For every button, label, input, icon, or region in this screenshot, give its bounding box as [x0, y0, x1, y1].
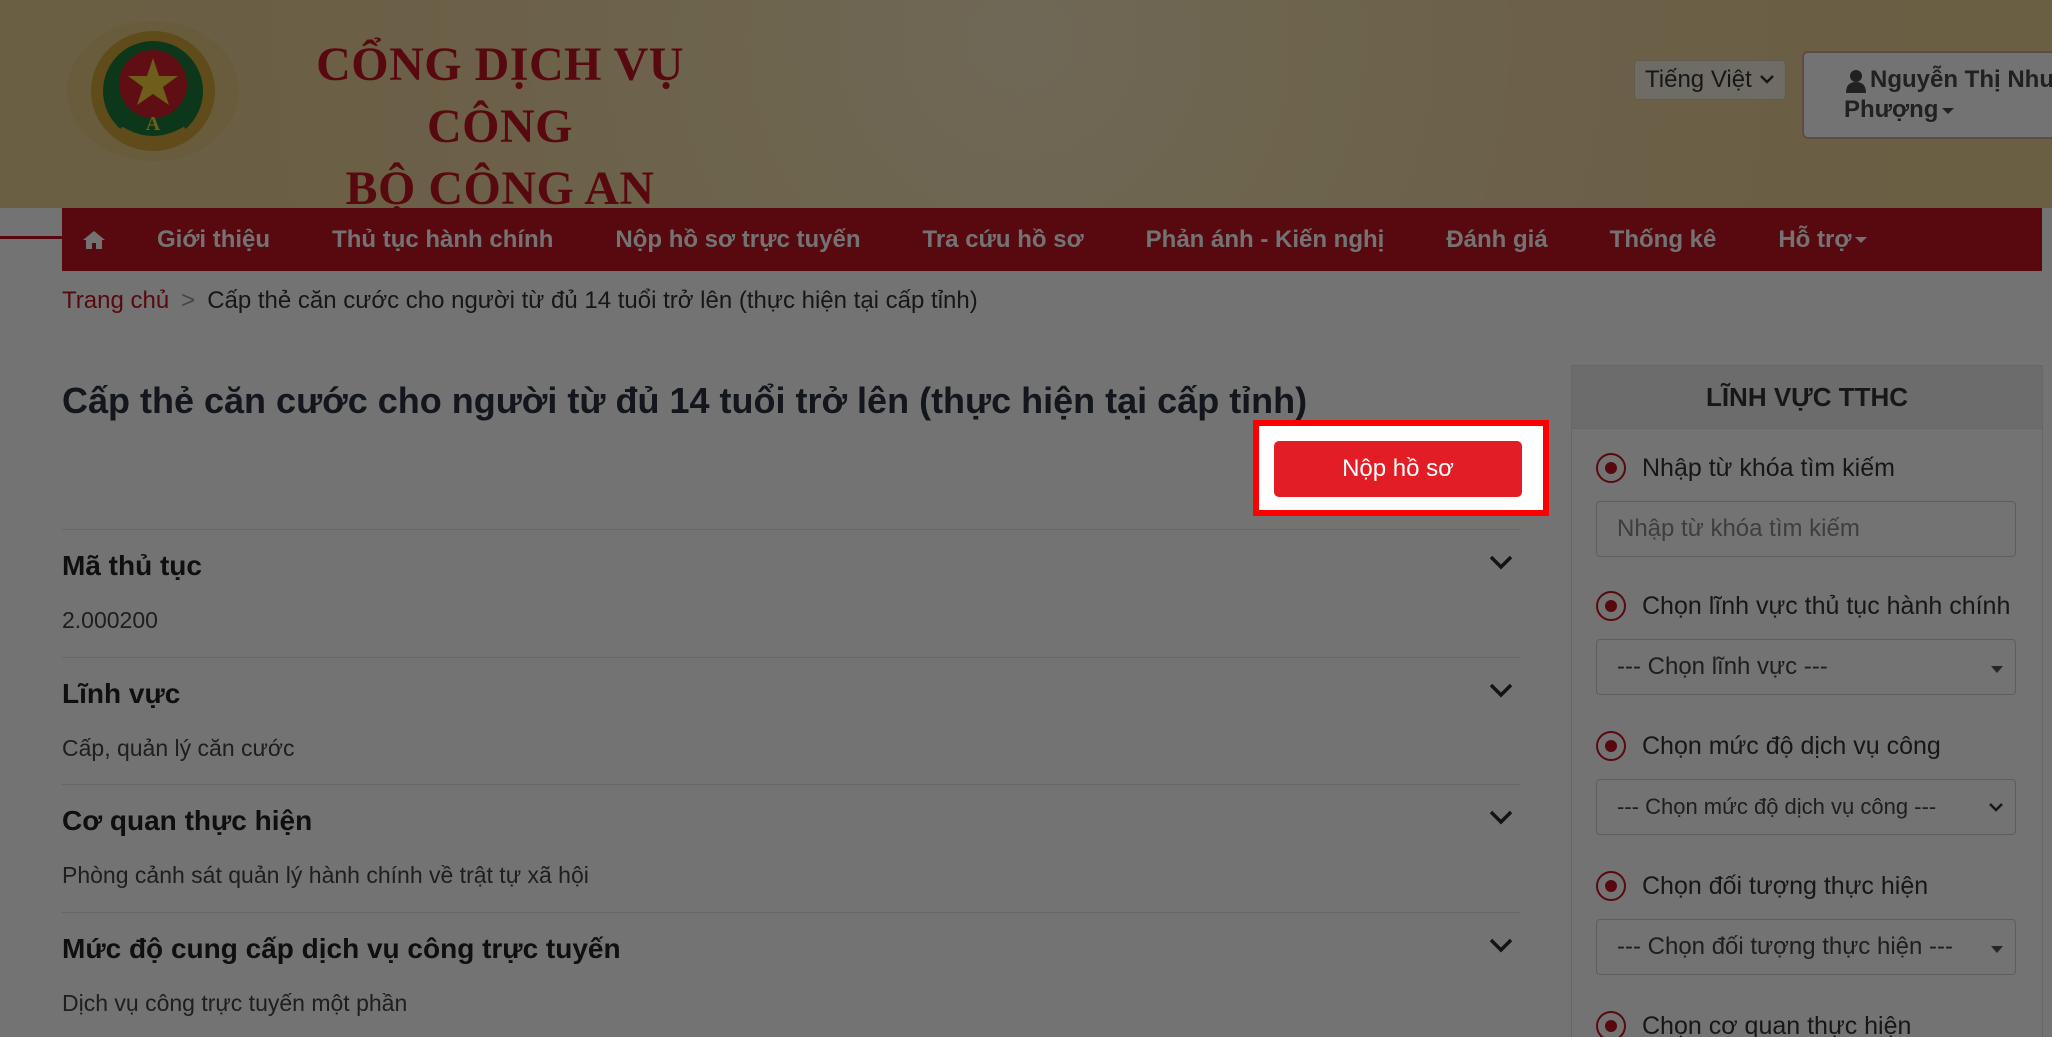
field-select[interactable]: --- Chọn lĩnh vực --- — [1596, 639, 2016, 695]
site-title[interactable]: CỔNG DỊCH VỤ CÔNG BỘ CÔNG AN — [275, 34, 725, 220]
breadcrumb: Trang chủ > Cấp thẻ căn cước cho người từ … — [62, 287, 978, 315]
chevron-down-icon[interactable] — [1488, 680, 1514, 700]
nav-item-ho-tro-label: Hỗ trợ — [1778, 225, 1852, 253]
keyword-label: Nhập từ khóa tìm kiếm — [1642, 453, 1895, 482]
filter-level: Chọn mức độ dịch vụ công --- Chọn mức độ… — [1596, 731, 2016, 835]
caret-down-icon — [1942, 107, 1955, 114]
sidebar-filter: LĨNH VỰC TTHC Nhập từ khóa tìm kiếm Nhập… — [1571, 365, 2043, 1037]
nav-item-danh-gia[interactable]: Đánh giá — [1415, 226, 1578, 254]
sidebar-heading: LĨNH VỰC TTHC — [1572, 366, 2042, 429]
language-select[interactable]: Tiếng Việt — [1634, 60, 1786, 100]
subject-label: Chọn đối tượng thực hiện — [1642, 871, 1929, 900]
police-emblem-logo[interactable]: A — [62, 18, 244, 164]
radio-subject[interactable] — [1596, 871, 1626, 901]
user-icon — [1846, 70, 1866, 93]
level-select[interactable]: --- Chọn mức độ dịch vụ công --- — [1596, 779, 2016, 835]
chevron-down-icon[interactable] — [1488, 935, 1514, 955]
section-ma-thu-tuc[interactable]: Mã thủ tục 2.000200 — [62, 529, 1520, 633]
radio-keyword[interactable] — [1596, 453, 1626, 483]
svg-text:A: A — [146, 113, 161, 135]
user-menu[interactable]: Nguyễn Thị Như Phượng — [1802, 51, 2052, 139]
filter-agency: Chọn cơ quan thực hiện — [1596, 1011, 2016, 1037]
nav-item-nop-ho-so[interactable]: Nộp hồ sơ trực tuyến — [584, 226, 891, 254]
breadcrumb-separator: > — [181, 287, 196, 314]
radio-agency[interactable] — [1596, 1011, 1626, 1037]
section-co-quan[interactable]: Cơ quan thực hiện Phòng cảnh sát quản lý… — [62, 784, 1520, 888]
keyword-placeholder: Nhập từ khóa tìm kiếm — [1617, 515, 1860, 542]
chevron-down-icon[interactable] — [1488, 552, 1514, 572]
home-icon — [83, 230, 105, 249]
radio-field[interactable] — [1596, 591, 1626, 621]
site-header: A CỔNG DỊCH VỤ CÔNG BỘ CÔNG AN Tiếng Việ… — [0, 0, 2052, 215]
agency-label: Chọn cơ quan thực hiện — [1642, 1011, 1912, 1037]
section-title: Mức độ cung cấp dịch vụ công trực tuyến — [62, 933, 621, 964]
section-linh-vuc[interactable]: Lĩnh vực Cấp, quản lý căn cước — [62, 657, 1520, 761]
section-muc-do[interactable]: Mức độ cung cấp dịch vụ công trực tuyến … — [62, 912, 1520, 1016]
caret-down-icon — [1855, 237, 1868, 244]
section-value: Cấp, quản lý căn cước — [62, 735, 295, 761]
nav-home[interactable] — [62, 208, 126, 271]
section-value: Phòng cảnh sát quản lý hành chính về trậ… — [62, 862, 589, 888]
section-title: Lĩnh vực — [62, 678, 181, 709]
site-title-line1: CỔNG DỊCH VỤ CÔNG — [316, 38, 684, 153]
header-divider — [0, 236, 62, 239]
level-label: Chọn mức độ dịch vụ công — [1642, 731, 1941, 760]
section-title: Mã thủ tục — [62, 550, 202, 581]
language-value: Tiếng Việt — [1645, 66, 1752, 93]
chevron-down-icon — [1760, 75, 1774, 84]
dropdown-arrow-icon — [1991, 666, 2003, 673]
nav-item-ho-tro[interactable]: Hỗ trợ — [1747, 226, 1898, 254]
level-select-value: --- Chọn mức độ dịch vụ công --- — [1617, 794, 1937, 819]
chevron-down-icon[interactable] — [1488, 807, 1514, 827]
section-title: Cơ quan thực hiện — [62, 805, 313, 836]
page-title: Cấp thẻ căn cước cho người từ đủ 14 tuổi… — [62, 380, 1308, 421]
filter-field: Chọn lĩnh vực thủ tục hành chính --- Chọ… — [1596, 591, 2016, 695]
filter-keyword: Nhập từ khóa tìm kiếm Nhập từ khóa tìm k… — [1596, 453, 2016, 557]
subject-select-value: --- Chọn đối tượng thực hiện --- — [1617, 933, 1953, 960]
chevron-down-icon — [1989, 803, 2003, 812]
nav-item-gioi-thieu[interactable]: Giới thiệu — [126, 226, 301, 254]
keyword-search-input[interactable]: Nhập từ khóa tìm kiếm — [1596, 501, 2016, 557]
breadcrumb-home-link[interactable]: Trang chủ — [62, 287, 169, 314]
breadcrumb-current: Cấp thẻ căn cước cho người từ đủ 14 tuổi… — [207, 287, 978, 314]
section-value: 2.000200 — [62, 607, 158, 633]
nav-item-phan-anh[interactable]: Phản ánh - Kiến nghị — [1115, 226, 1416, 254]
main-nav: Giới thiệu Thủ tục hành chính Nộp hồ sơ … — [62, 208, 2042, 271]
field-select-value: --- Chọn lĩnh vực --- — [1617, 653, 1828, 680]
nav-item-thu-tuc[interactable]: Thủ tục hành chính — [301, 226, 584, 254]
filter-subject: Chọn đối tượng thực hiện --- Chọn đối tư… — [1596, 871, 2016, 975]
subject-select[interactable]: --- Chọn đối tượng thực hiện --- — [1596, 919, 2016, 975]
page: A CỔNG DỊCH VỤ CÔNG BỘ CÔNG AN Tiếng Việ… — [0, 0, 2052, 1037]
user-name-line1: Nguyễn Thị Như — [1870, 66, 2052, 93]
field-label: Chọn lĩnh vực thủ tục hành chính — [1642, 591, 2011, 620]
nav-item-tra-cuu[interactable]: Tra cứu hồ sơ — [892, 226, 1115, 254]
submit-application-button-highlighted[interactable]: Nộp hồ sơ — [1274, 441, 1522, 497]
section-value: Dịch vụ công trực tuyến một phần — [62, 990, 408, 1016]
radio-level[interactable] — [1596, 731, 1626, 761]
dropdown-arrow-icon — [1991, 946, 2003, 953]
user-name-line2: Phượng — [1844, 96, 1939, 123]
nav-item-thong-ke[interactable]: Thống kê — [1579, 226, 1748, 254]
